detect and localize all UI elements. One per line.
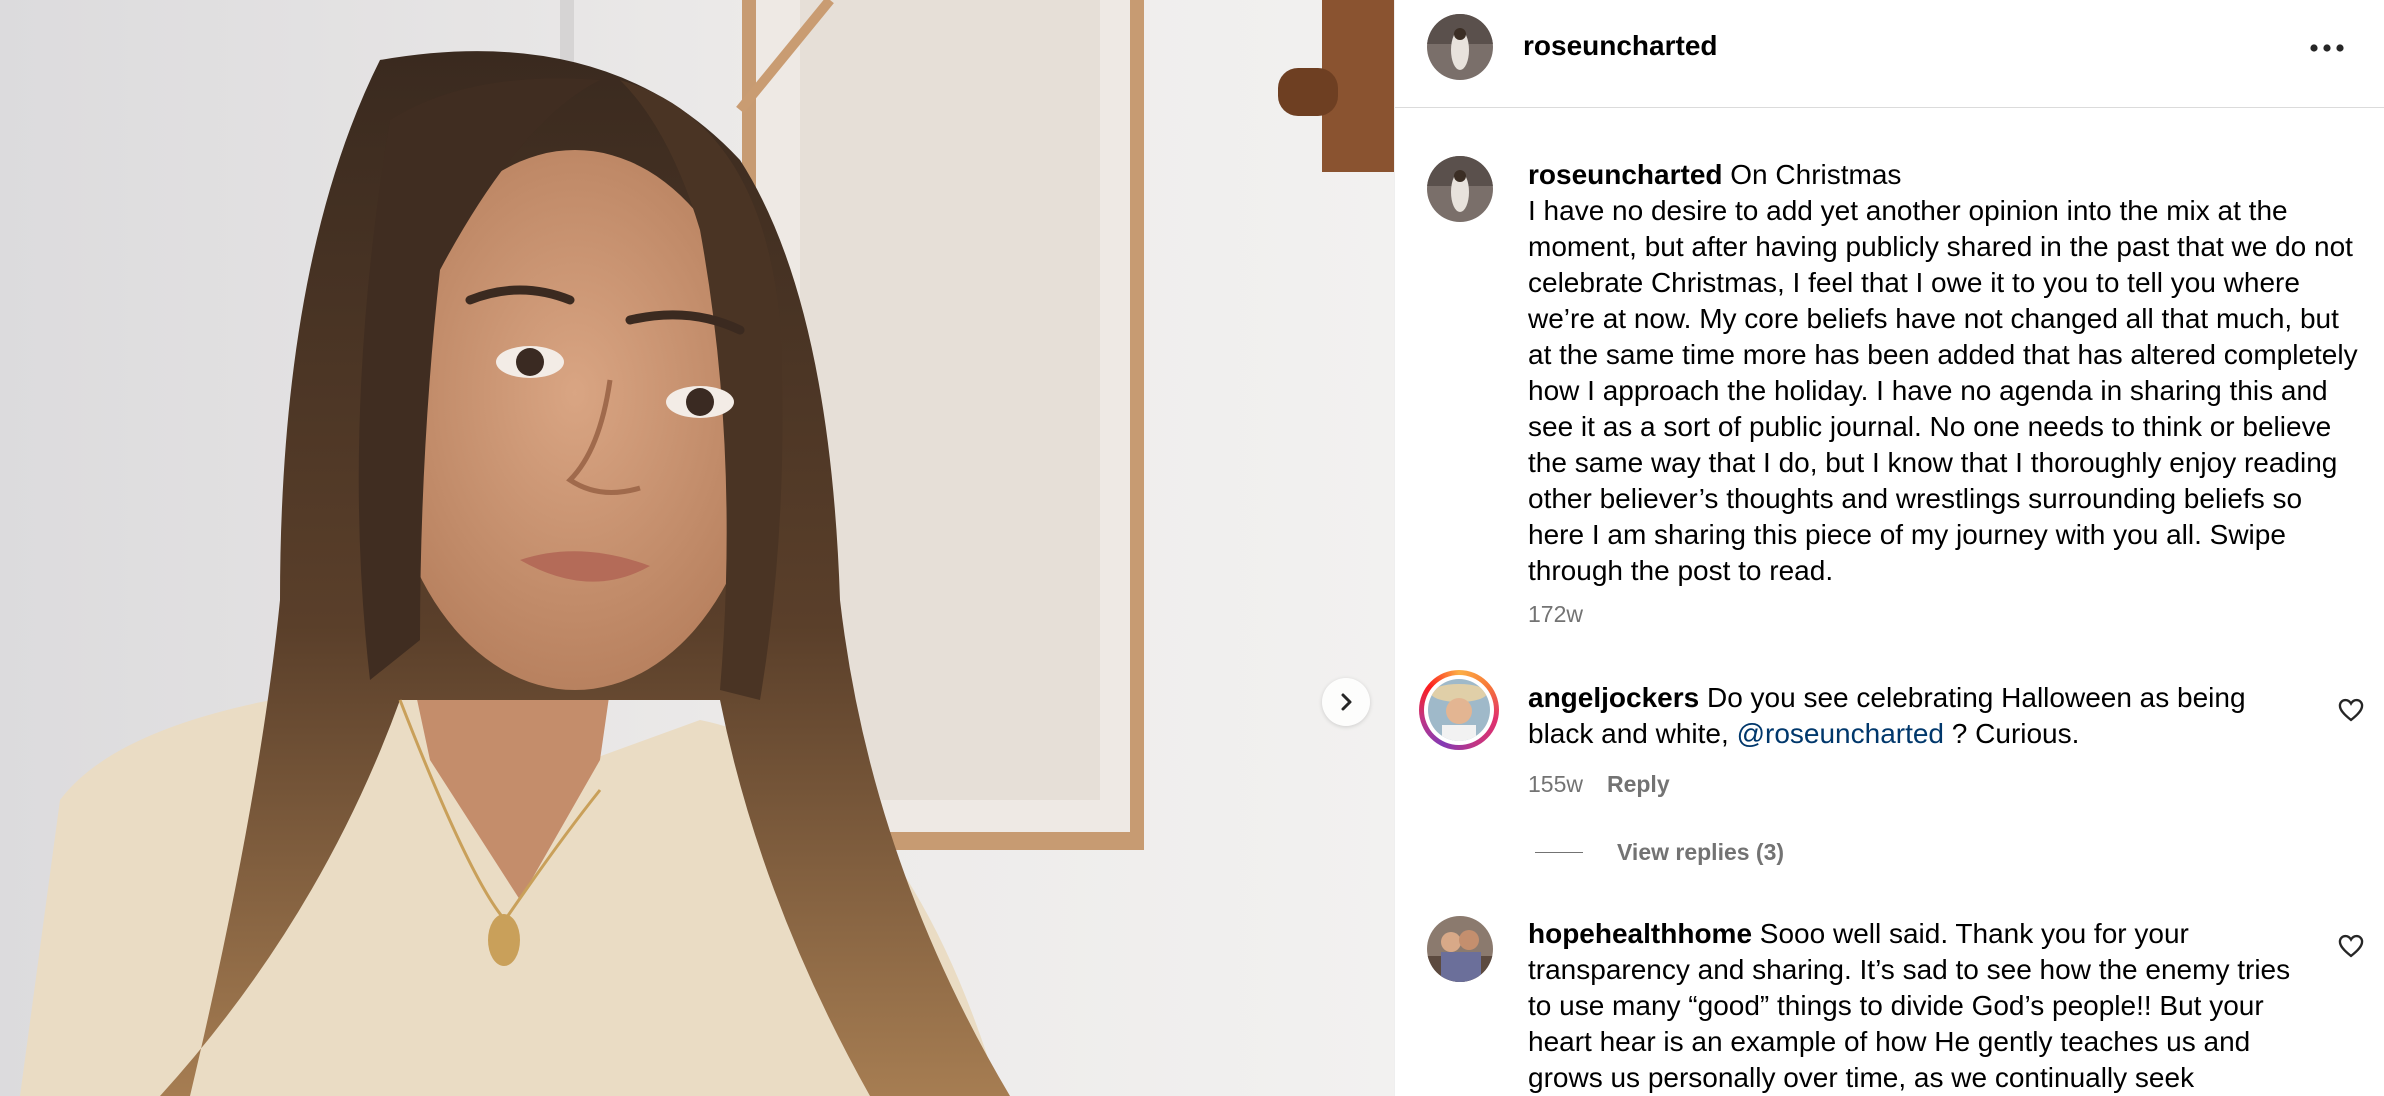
comment-1: angeljockers Do you see celebrating Hall… [1528,680,2308,752]
post-sidebar: roseuncharted roseuncharted On Christmas… [1394,0,2384,1096]
like-heart-icon[interactable] [2337,696,2365,724]
comment-meta: 155w Reply [1528,771,1670,798]
comment-timestamp[interactable]: 155w [1528,771,1583,798]
caption-text: On Christmas I have no desire to add yet … [1528,159,2358,586]
author-avatar[interactable] [1427,14,1493,80]
view-replies-button[interactable]: View replies (3) [1535,839,1784,866]
author-username[interactable]: roseuncharted [1523,30,1718,62]
comment-avatar-story-ring[interactable] [1419,670,1499,750]
caption-avatar[interactable] [1427,156,1493,222]
post-header: roseuncharted [1395,0,2384,108]
caption-timestamp[interactable]: 172w [1528,601,1583,628]
comment-avatar[interactable] [1427,916,1493,982]
replies-divider [1535,852,1583,853]
like-heart-icon[interactable] [2337,932,2365,960]
more-options-button[interactable] [2301,26,2353,70]
chevron-right-icon [1341,693,1352,711]
post-photo [0,0,1394,1096]
more-horizontal-icon [2310,44,2344,52]
post-image [0,0,1394,1096]
reply-button[interactable]: Reply [1607,771,1670,798]
view-replies-label: View replies (3) [1617,839,1785,865]
mention-link[interactable]: @roseuncharted [1737,718,1944,749]
post-caption: roseuncharted On Christmas I have no desi… [1528,157,2358,589]
comment-text-end: ? Curious. [1951,718,2080,749]
next-slide-button[interactable] [1322,678,1370,726]
caption-username[interactable]: roseuncharted [1528,159,1723,190]
comment-username[interactable]: hopehealthhome [1528,918,1752,949]
comment-avatar [1428,679,1490,741]
comment-username[interactable]: angeljockers [1528,682,1699,713]
comment-2: hopehealthhome Sooo well said. Thank you… [1528,916,2308,1096]
